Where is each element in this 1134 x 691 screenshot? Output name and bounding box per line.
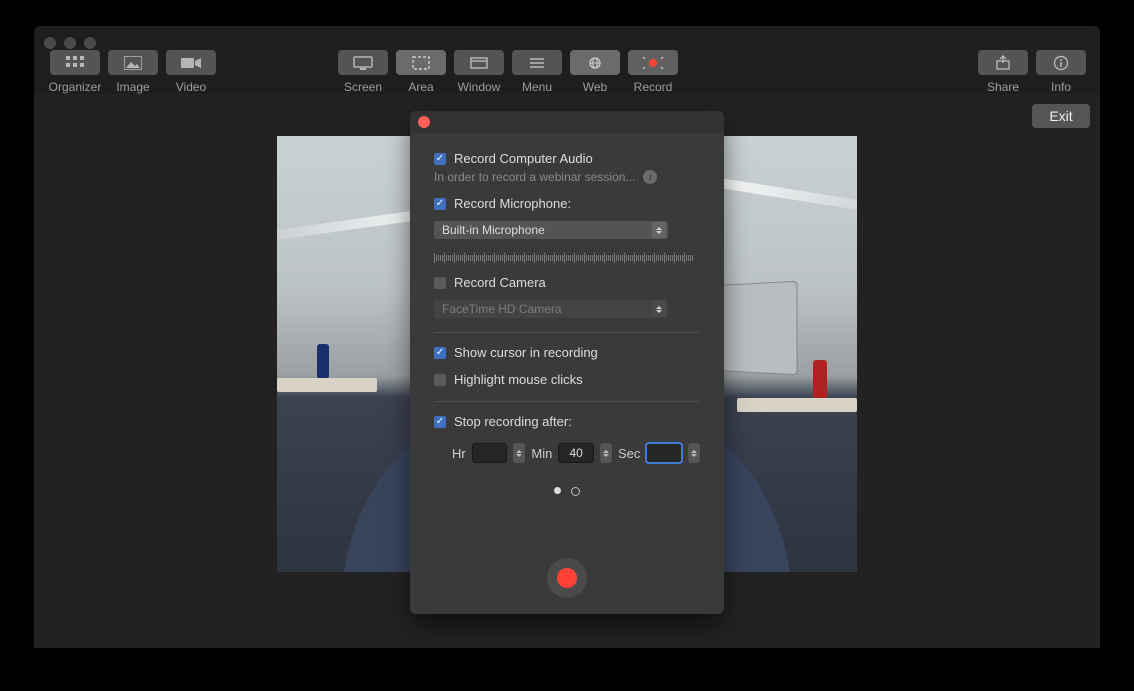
page-dot-2[interactable] (571, 487, 580, 496)
record-tool-button[interactable]: Record (628, 50, 678, 75)
record-camera-checkbox[interactable] (434, 277, 446, 289)
window-button[interactable]: Window (454, 50, 504, 75)
zoom-window-icon[interactable] (84, 37, 96, 49)
screen-button[interactable]: Screen (338, 50, 388, 75)
close-icon[interactable] (418, 116, 430, 128)
show-cursor-label: Show cursor in recording (454, 345, 598, 360)
record-label: Record (613, 80, 693, 94)
camera-select[interactable]: FaceTime HD Camera (434, 300, 668, 318)
area-icon (411, 56, 431, 70)
hr-input[interactable] (472, 443, 508, 463)
window-controls (44, 37, 96, 49)
grid-icon (66, 56, 84, 70)
main-toolbar: Organizer Image Video Screen (34, 50, 1100, 94)
video-label: Video (151, 80, 231, 94)
mic-select[interactable]: Built-in Microphone (434, 221, 668, 239)
chevron-updown-icon (652, 301, 666, 317)
info-hint-icon[interactable]: i (643, 170, 657, 184)
video-icon (181, 56, 201, 70)
page-dots (434, 487, 700, 496)
divider (434, 401, 700, 402)
min-input[interactable]: 40 (558, 443, 594, 463)
record-mic-label: Record Microphone: (454, 196, 571, 211)
share-icon (995, 55, 1011, 71)
stop-after-checkbox[interactable] (434, 416, 446, 428)
exit-label: Exit (1049, 108, 1072, 124)
popover-titlebar (410, 111, 724, 133)
camera-select-value: FaceTime HD Camera (442, 302, 562, 316)
area-button[interactable]: Area (396, 50, 446, 75)
show-cursor-checkbox[interactable] (434, 347, 446, 359)
stop-after-label: Stop recording after: (454, 414, 572, 429)
chevron-updown-icon (652, 222, 666, 238)
exit-button[interactable]: Exit (1032, 104, 1090, 128)
record-mic-checkbox[interactable] (434, 198, 446, 210)
screen-icon (353, 56, 373, 70)
window-icon (469, 56, 489, 70)
content-area: Exit Record Computer Audio In order to r… (34, 94, 1100, 648)
min-label: Min (531, 446, 552, 461)
start-record-button[interactable] (547, 558, 587, 598)
sec-label: Sec (618, 446, 640, 461)
info-icon (1053, 55, 1069, 71)
mic-select-value: Built-in Microphone (442, 223, 545, 237)
image-icon (124, 56, 142, 70)
record-audio-label: Record Computer Audio (454, 151, 593, 166)
record-dot-icon (557, 568, 577, 588)
share-button[interactable]: Share (978, 50, 1028, 75)
sec-stepper[interactable] (688, 443, 700, 463)
page-dot-1[interactable] (554, 487, 561, 494)
record-audio-checkbox[interactable] (434, 153, 446, 165)
organizer-button[interactable]: Organizer (50, 50, 100, 75)
info-button[interactable]: Info (1036, 50, 1086, 75)
record-settings-popover: Record Computer Audio In order to record… (410, 111, 724, 614)
highlight-clicks-label: Highlight mouse clicks (454, 372, 583, 387)
record-camera-label: Record Camera (454, 275, 546, 290)
minimize-window-icon[interactable] (64, 37, 76, 49)
menu-button[interactable]: Menu (512, 50, 562, 75)
sec-input[interactable] (646, 443, 682, 463)
hr-stepper[interactable] (513, 443, 525, 463)
web-icon (585, 55, 605, 71)
divider (434, 332, 700, 333)
video-button[interactable]: Video (166, 50, 216, 75)
close-window-icon[interactable] (44, 37, 56, 49)
min-stepper[interactable] (600, 443, 612, 463)
mic-level-meter (434, 253, 700, 263)
audio-hint-text: In order to record a webinar session... (434, 170, 635, 184)
highlight-clicks-checkbox[interactable] (434, 374, 446, 386)
record-icon (642, 56, 664, 70)
app-window: Organizer Image Video Screen (34, 26, 1100, 648)
info-label: Info (1021, 80, 1101, 94)
image-button[interactable]: Image (108, 50, 158, 75)
web-button[interactable]: Web (570, 50, 620, 75)
menu-icon (528, 56, 546, 70)
hr-label: Hr (452, 446, 466, 461)
